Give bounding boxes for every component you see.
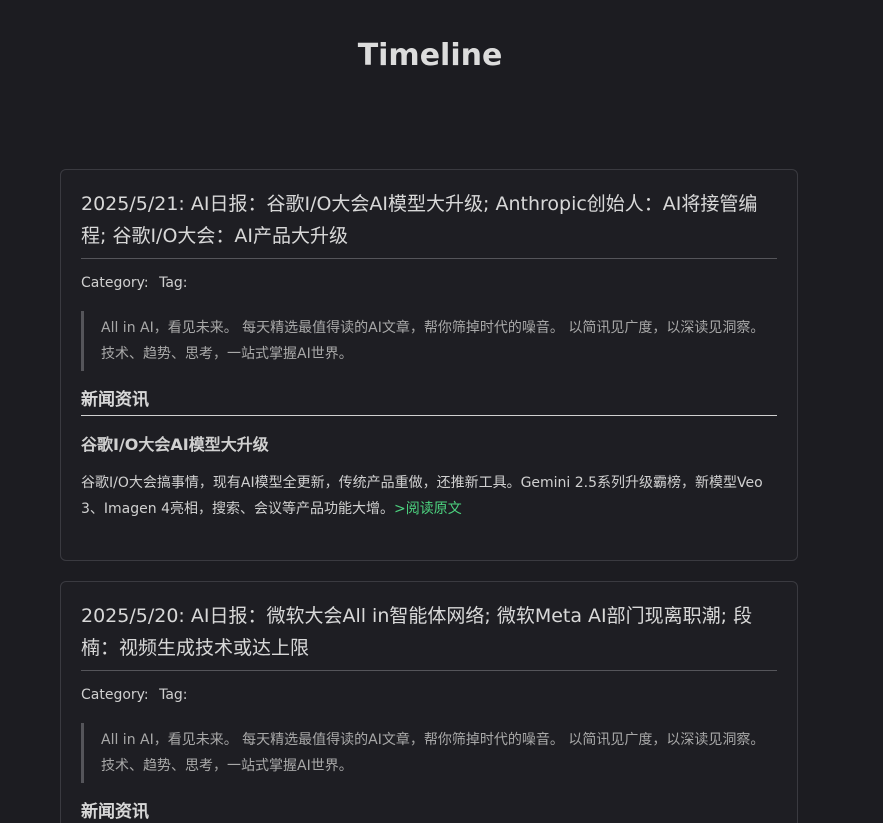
news-item-body: 谷歌I/O大会搞事情，现有AI模型全更新，传统产品重做，还推新工具。Gemini… xyxy=(81,470,777,522)
tag-label: Tag: xyxy=(159,275,188,291)
timeline-page: Timeline 2025/5/21: AI日报：谷歌I/O大会AI模型大升级;… xyxy=(0,0,883,823)
section-heading: 新闻资讯 xyxy=(81,387,777,416)
news-item-title: 谷歌I/O大会AI模型大升级 xyxy=(81,435,269,454)
post-intro-quote: All in AI，看见未来。 每天精选最值得读的AI文章，帮你筛掉时代的噪音。… xyxy=(81,311,777,371)
section-heading: 新闻资讯 xyxy=(81,802,149,822)
post-meta: Category: Tag: xyxy=(81,273,777,293)
post-title[interactable]: 2025/5/20: AI日报：微软大会All in智能体网络; 微软Meta … xyxy=(81,600,777,671)
category-label: Category: xyxy=(81,687,149,703)
post-card: 2025/5/20: AI日报：微软大会All in智能体网络; 微软Meta … xyxy=(60,581,798,823)
post-meta: Category: Tag: xyxy=(81,685,777,705)
tag-label: Tag: xyxy=(159,687,188,703)
category-label: Category: xyxy=(81,275,149,291)
post-card: 2025/5/21: AI日报：谷歌I/O大会AI模型大升级; Anthropi… xyxy=(60,169,798,561)
read-original-link[interactable]: >阅读原文 xyxy=(394,501,462,517)
page-title: Timeline xyxy=(357,38,503,73)
post-title[interactable]: 2025/5/21: AI日报：谷歌I/O大会AI模型大升级; Anthropi… xyxy=(81,188,777,259)
post-intro-quote: All in AI，看见未来。 每天精选最值得读的AI文章，帮你筛掉时代的噪音。… xyxy=(81,723,777,783)
